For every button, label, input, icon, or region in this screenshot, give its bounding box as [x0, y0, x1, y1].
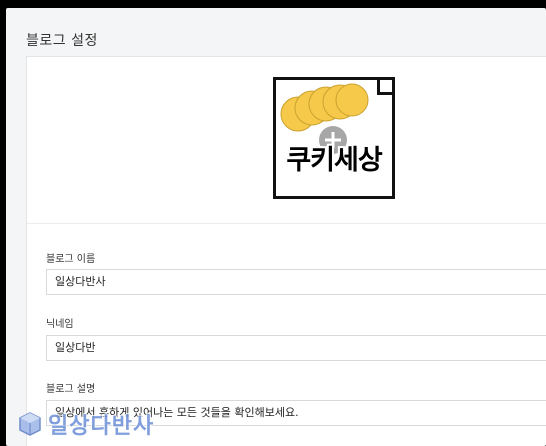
settings-window: 블로그 설정 쿠키세상 블로그 이름 일상다반사 닉네임 일상다반 블로그 설명…: [6, 8, 546, 446]
cube-logo-icon: [19, 412, 41, 436]
corner-mark: [377, 80, 392, 95]
blog-profile-image[interactable]: 쿠키세상: [273, 77, 395, 199]
settings-panel: 쿠키세상 블로그 이름 일상다반사 닉네임 일상다반 블로그 설명 일상에서 흔…: [26, 56, 546, 446]
section-divider: [27, 223, 546, 224]
nickname-input[interactable]: 일상다반: [46, 335, 546, 361]
watermark: 일상다반사: [16, 406, 154, 442]
blog-name-label: 블로그 이름: [46, 254, 96, 265]
page-title: 블로그 설정: [26, 33, 98, 49]
blog-description-label: 블로그 설명: [46, 384, 96, 395]
watermark-text: 일상다반사: [48, 414, 155, 439]
blog-name-input[interactable]: 일상다반사: [46, 269, 546, 295]
nickname-label: 닉네임: [46, 319, 74, 330]
logo-text: 쿠키세상: [286, 145, 382, 176]
